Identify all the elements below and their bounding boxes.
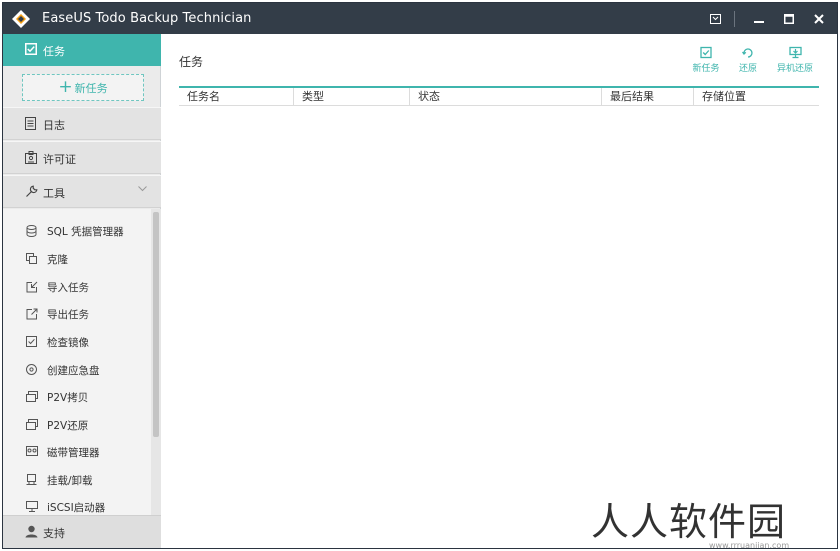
sidebar-item-tools[interactable]: 工具 bbox=[3, 175, 161, 208]
close-button[interactable] bbox=[804, 3, 834, 34]
titlebar-separator bbox=[734, 11, 735, 27]
sidebar-item-label: 工具 bbox=[43, 187, 65, 200]
import-icon bbox=[26, 281, 38, 293]
tool-item-p2v-copy[interactable]: P2V拷贝 bbox=[3, 386, 151, 408]
tool-item-import-task[interactable]: 导入任务 bbox=[3, 276, 151, 298]
sidebar-item-label: 日志 bbox=[43, 119, 65, 132]
chevron-down-icon bbox=[138, 186, 147, 192]
tape-icon bbox=[26, 446, 38, 456]
tool-item-p2v-restore[interactable]: P2V还原 bbox=[3, 414, 151, 436]
easeus-logo-icon bbox=[12, 10, 30, 28]
watermark: 人人软件园 www.rrruanjian.com bbox=[591, 491, 837, 549]
tool-item-check-image[interactable]: 检查镜像 bbox=[3, 331, 151, 353]
sidebar-item-label: 许可证 bbox=[43, 153, 76, 166]
new-task-action-button[interactable]: 新任务 bbox=[684, 46, 728, 74]
maximize-icon bbox=[784, 13, 794, 24]
checkbox-icon bbox=[25, 43, 37, 55]
tool-item-label: 导入任务 bbox=[47, 282, 89, 294]
tool-item-tape-manager[interactable]: 磁带管理器 bbox=[3, 441, 151, 463]
new-task-button[interactable]: + 新任务 bbox=[22, 74, 144, 101]
plus-icon: + bbox=[58, 77, 73, 97]
restore-action-button[interactable]: 还原 bbox=[726, 46, 770, 74]
tool-item-mount-unmount[interactable]: 挂载/卸载 bbox=[3, 469, 151, 491]
minimize-button[interactable] bbox=[744, 3, 774, 34]
tool-item-label: 磁带管理器 bbox=[47, 447, 100, 459]
sidebar: 任务 + 新任务 日志 许可证 工具 SQL 凭据管理器 克隆 导入任务 导出任… bbox=[3, 34, 161, 548]
tool-item-export-task[interactable]: 导出任务 bbox=[3, 303, 151, 325]
app-window: EaseUS Todo Backup Technician 任务 + 新任务 日… bbox=[2, 2, 838, 549]
maximize-button[interactable] bbox=[774, 3, 804, 34]
emergency-disk-icon bbox=[26, 364, 37, 375]
wrench-icon bbox=[26, 185, 38, 197]
tool-item-label: iSCSI启动器 bbox=[47, 502, 106, 514]
tool-item-label: 导出任务 bbox=[47, 309, 89, 321]
log-icon bbox=[25, 117, 36, 130]
database-icon bbox=[26, 225, 37, 237]
minimize-icon bbox=[754, 20, 764, 23]
mount-icon bbox=[26, 474, 37, 485]
main-panel: 任务 新任务 还原 异机还原 任务名 类型 状态 最后结果 存储位置 bbox=[162, 34, 837, 548]
column-header-last-result[interactable]: 最后结果 bbox=[601, 88, 693, 105]
tool-item-label: SQL 凭据管理器 bbox=[47, 226, 124, 238]
tool-item-sql-credential-manager[interactable]: SQL 凭据管理器 bbox=[3, 220, 151, 242]
license-icon bbox=[25, 151, 37, 164]
tool-item-label: 检查镜像 bbox=[47, 337, 89, 349]
restore-icon bbox=[742, 48, 753, 58]
sidebar-item-support[interactable]: 支持 bbox=[3, 515, 161, 548]
feedback-icon bbox=[709, 13, 721, 24]
sidebar-item-label: 任务 bbox=[43, 45, 65, 58]
task-table-header: 任务名 类型 状态 最后结果 存储位置 bbox=[179, 88, 819, 106]
column-header-type[interactable]: 类型 bbox=[293, 88, 409, 105]
action-label: 新任务 bbox=[692, 64, 720, 74]
check-image-icon bbox=[26, 336, 37, 347]
export-icon bbox=[26, 308, 38, 320]
feedback-button[interactable] bbox=[700, 3, 730, 34]
column-header-task-name[interactable]: 任务名 bbox=[179, 88, 293, 105]
sidebar-item-log[interactable]: 日志 bbox=[3, 107, 161, 140]
tools-scrollbar-thumb[interactable] bbox=[153, 212, 159, 437]
sidebar-item-license[interactable]: 许可证 bbox=[3, 141, 161, 174]
app-title: EaseUS Todo Backup Technician bbox=[42, 11, 252, 26]
column-header-storage-location[interactable]: 存储位置 bbox=[693, 88, 819, 105]
tool-item-label: P2V还原 bbox=[47, 420, 89, 432]
title-bar[interactable]: EaseUS Todo Backup Technician bbox=[3, 3, 837, 34]
p2v-restore-icon bbox=[26, 419, 38, 430]
tool-item-label: 挂载/卸载 bbox=[47, 475, 93, 487]
user-support-icon bbox=[25, 525, 38, 538]
remote-restore-icon bbox=[788, 46, 802, 59]
iscsi-icon bbox=[26, 501, 38, 512]
tool-item-label: 创建应急盘 bbox=[47, 365, 100, 377]
tool-item-create-emergency-disk[interactable]: 创建应急盘 bbox=[3, 359, 151, 381]
sidebar-item-task[interactable]: 任务 bbox=[3, 34, 161, 66]
new-task-icon bbox=[700, 46, 712, 59]
remote-restore-action-button[interactable]: 异机还原 bbox=[773, 46, 817, 74]
tool-item-clone[interactable]: 克隆 bbox=[3, 248, 151, 270]
close-icon bbox=[814, 13, 824, 24]
sidebar-item-label: 支持 bbox=[43, 527, 65, 540]
page-title: 任务 bbox=[179, 55, 204, 69]
tool-item-label: 克隆 bbox=[47, 254, 68, 266]
action-label: 还原 bbox=[738, 64, 757, 74]
column-header-status[interactable]: 状态 bbox=[409, 88, 601, 105]
watermark-text: 人人软件园 bbox=[591, 500, 787, 544]
tools-list: SQL 凭据管理器 克隆 导入任务 导出任务 检查镜像 创建应急盘 P2V拷贝 … bbox=[3, 209, 151, 517]
clone-icon bbox=[26, 253, 37, 264]
new-task-label: 新任务 bbox=[74, 81, 108, 95]
watermark-url: www.rrruanjian.com bbox=[709, 541, 790, 549]
p2v-copy-icon bbox=[26, 391, 38, 402]
action-label: 异机还原 bbox=[776, 64, 813, 74]
tool-item-label: P2V拷贝 bbox=[47, 392, 89, 404]
